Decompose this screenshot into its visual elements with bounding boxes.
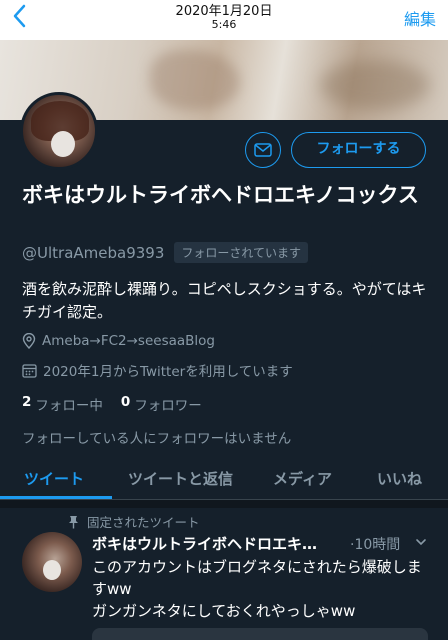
- mutual-followers-note: フォローしている人にフォロワーはいません: [22, 431, 292, 447]
- profile-avatar[interactable]: [20, 92, 98, 170]
- tweet-time: ·10時間: [350, 537, 401, 553]
- profile-joined: 2020年1月からTwitterを利用しています: [22, 360, 293, 380]
- banner-texture: [320, 60, 430, 110]
- followers-count[interactable]: 0: [121, 394, 130, 414]
- tab-likes[interactable]: いいね: [377, 468, 422, 489]
- message-button[interactable]: [245, 132, 281, 168]
- tab-tweets[interactable]: ツイート: [24, 468, 84, 489]
- status-time: 5:46: [211, 18, 237, 31]
- status-date: 2020年1月20日: [175, 4, 273, 19]
- follows-you-badge: フォローされています: [174, 242, 309, 263]
- following-label[interactable]: フォロー中: [35, 394, 103, 414]
- avatar-face: [43, 560, 61, 580]
- location-text: Ameba→FC2→seesaaBlog: [42, 333, 216, 349]
- tweet-text: このアカウントはブログネタにされたら爆破しますww ガンガンネタにしておくれやっ…: [92, 556, 432, 622]
- profile-location: Ameba→FC2→seesaaBlog: [22, 333, 215, 349]
- tweet-avatar[interactable]: [22, 532, 82, 592]
- calendar-icon: [22, 363, 37, 378]
- tweet-media-preview[interactable]: [92, 628, 428, 640]
- avatar-face: [51, 131, 75, 157]
- pinned-text: 固定されたツイート: [87, 515, 200, 530]
- pin-icon: [69, 515, 78, 528]
- profile-tabs: ツイート ツイートと返信 メディア いいね: [0, 458, 448, 500]
- active-tab-indicator: [0, 496, 112, 499]
- tab-tweets-and-replies[interactable]: ツイートと返信: [128, 468, 233, 489]
- followers-label[interactable]: フォロワー: [134, 394, 202, 414]
- profile-name: ボキはウルトライボヘドロエキノコックス: [22, 183, 419, 207]
- follow-button[interactable]: フォローする: [291, 132, 426, 168]
- profile-bio: 酒を飲み泥酔し裸踊り。コピペしスクショする。やがてはキチガイ認定。: [22, 280, 427, 321]
- chevron-down-icon[interactable]: [414, 534, 428, 553]
- status-and-nav-bar: 2020年1月20日 5:46 編集: [0, 0, 448, 40]
- pinned-tweet-label: 固定されたツイート: [68, 512, 200, 531]
- following-count[interactable]: 2: [22, 394, 31, 414]
- handle-row: @UltraAmeba9393 フォローされています: [22, 242, 309, 263]
- tweet-text-body: このアカウントはブログネタにされたら爆破しますww ガンガンネタにしておくれやっ…: [92, 558, 422, 620]
- edit-button[interactable]: 編集: [404, 6, 436, 30]
- mail-icon: [254, 143, 272, 157]
- tweet-author[interactable]: ボキはウルトライボヘドロエキ…: [92, 533, 332, 554]
- follow-counts: 2 フォロー中 0 フォロワー: [22, 394, 220, 414]
- tab-media[interactable]: メディア: [273, 468, 332, 489]
- profile-handle: @UltraAmeba9393: [22, 243, 165, 262]
- section-divider: [0, 500, 448, 508]
- location-pin-icon: [22, 333, 36, 349]
- banner-texture: [150, 50, 240, 110]
- joined-text: 2020年1月からTwitterを利用しています: [43, 364, 293, 380]
